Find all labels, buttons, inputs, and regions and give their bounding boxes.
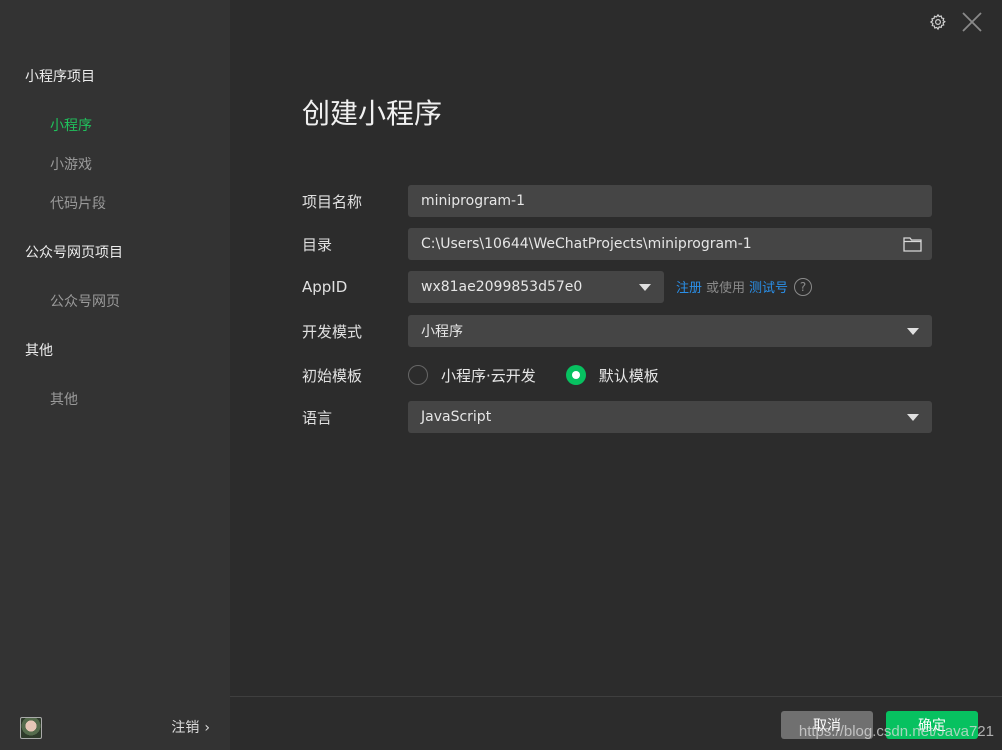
logout-label: 注销 <box>171 720 200 736</box>
settings-button[interactable] <box>926 10 950 34</box>
radio-cloud-dev-label[interactable]: 小程序·云开发 <box>441 365 536 386</box>
template-row: 初始模板 小程序·云开发 默认模板 <box>302 359 932 391</box>
radio-default-template[interactable] <box>565 365 586 385</box>
help-icon[interactable]: ? <box>794 277 813 296</box>
appid-value: wx81ae2099853d57e0 <box>421 279 583 295</box>
sidebar-group-other: 其他 <box>25 343 53 359</box>
sidebar-item-minigame[interactable]: 小游戏 <box>50 154 92 174</box>
radio-default-template-label[interactable]: 默认模板 <box>599 365 659 386</box>
project-name-value: miniprogram-1 <box>421 193 526 209</box>
sidebar: 小程序项目 小程序 小游戏 代码片段 公众号网页项目 公众号网页 其他 其他 注… <box>0 0 230 750</box>
dev-mode-value: 小程序 <box>421 324 463 340</box>
directory-row: 目录 C:\Users\10644\WeChatProjects\minipro… <box>302 228 932 260</box>
sidebar-item-miniprogram[interactable]: 小程序 <box>50 115 92 135</box>
appid-label: AppID <box>302 278 348 296</box>
radio-cloud-dev[interactable] <box>408 365 428 385</box>
page-title: 创建小程序 <box>302 97 443 130</box>
directory-value: C:\Users\10644\WeChatProjects\miniprogra… <box>421 236 752 252</box>
sidebar-group-official-account: 公众号网页项目 <box>25 245 123 261</box>
close-button[interactable] <box>960 10 984 34</box>
close-icon <box>962 12 982 32</box>
logout-button[interactable]: 注销 › <box>171 717 210 737</box>
sidebar-item-other[interactable]: 其他 <box>50 389 78 409</box>
confirm-button[interactable]: 确定 <box>886 711 978 739</box>
cancel-button[interactable]: 取消 <box>781 711 873 739</box>
window-controls <box>926 10 984 34</box>
chevron-right-icon: › <box>204 720 210 736</box>
dialog-footer: 取消 确定 <box>230 696 1002 750</box>
directory-label: 目录 <box>302 235 333 254</box>
gear-icon <box>929 13 946 31</box>
or-use-text: 或使用 <box>706 281 746 296</box>
dev-mode-row: 开发模式 小程序 <box>302 315 932 347</box>
language-label: 语言 <box>302 408 333 427</box>
project-name-label: 项目名称 <box>302 192 363 211</box>
language-select[interactable]: JavaScript <box>408 401 932 433</box>
chevron-down-icon <box>907 414 919 421</box>
test-account-link[interactable]: 测试号 <box>749 277 788 296</box>
sidebar-item-official-web[interactable]: 公众号网页 <box>50 291 120 311</box>
sidebar-group-miniprogram: 小程序项目 <box>25 69 95 85</box>
main-panel: 创建小程序 项目名称 miniprogram-1 目录 C:\Users\106… <box>230 0 1002 750</box>
appid-select[interactable]: wx81ae2099853d57e0 <box>408 271 664 303</box>
register-link[interactable]: 注册 <box>676 277 702 296</box>
template-label: 初始模板 <box>302 366 363 385</box>
directory-input[interactable]: C:\Users\10644\WeChatProjects\miniprogra… <box>408 228 932 260</box>
project-name-input[interactable]: miniprogram-1 <box>408 185 932 217</box>
appid-extra: 注册 或使用 测试号 ? <box>676 277 813 296</box>
folder-icon[interactable] <box>903 236 922 252</box>
template-radio-group: 小程序·云开发 默认模板 <box>408 365 689 386</box>
chevron-down-icon <box>639 284 651 291</box>
chevron-down-icon <box>907 328 919 335</box>
sidebar-footer: 注销 › <box>0 695 230 750</box>
project-name-row: 项目名称 miniprogram-1 <box>302 185 932 217</box>
appid-row: AppID wx81ae2099853d57e0 注册 或使用 测试号 ? <box>302 271 932 303</box>
dev-mode-select[interactable]: 小程序 <box>408 315 932 347</box>
dev-mode-label: 开发模式 <box>302 322 363 341</box>
language-value: JavaScript <box>421 409 492 425</box>
avatar[interactable] <box>20 717 42 739</box>
sidebar-item-code-snippet[interactable]: 代码片段 <box>50 193 106 213</box>
language-row: 语言 JavaScript <box>302 401 932 433</box>
